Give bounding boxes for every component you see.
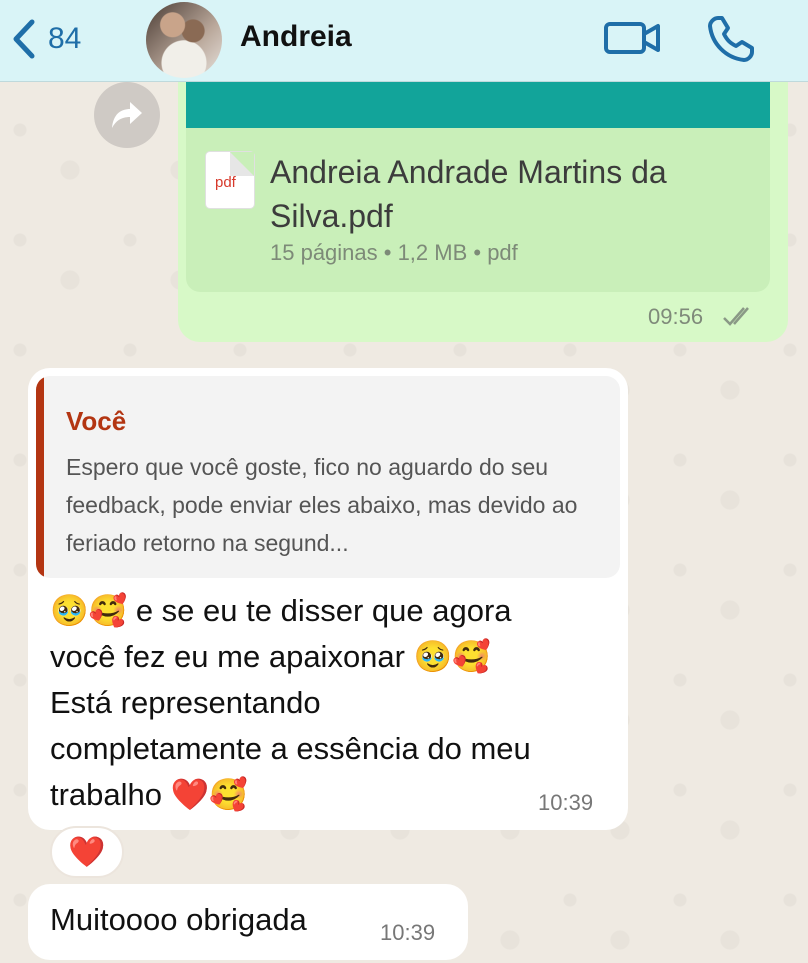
pleading-face-emoji: 🥹 [50, 593, 89, 629]
phone-icon[interactable] [706, 14, 756, 64]
forward-button[interactable] [94, 82, 160, 148]
message-time: 10:39 [380, 920, 436, 945]
message-time: 09:56 [648, 304, 704, 329]
video-camera-icon[interactable] [604, 18, 662, 58]
contact-name[interactable]: Andreia [240, 20, 352, 54]
document-preview[interactable] [186, 82, 770, 128]
document-meta: 15 páginas • 1,2 MB • pdf [270, 240, 518, 265]
document-file-name: Andreia Andrade Martins da Silva.pdf [270, 154, 667, 234]
red-heart-emoji: ❤️ [170, 777, 210, 813]
message-time: 10:39 [538, 790, 594, 815]
smiling-hearts-emoji: 🥰 [452, 639, 491, 675]
incoming-message[interactable]: Muitoooo obrigada 10:39 [28, 884, 468, 960]
quote-bar [36, 376, 44, 578]
message-text: Muitoooo obrigada [50, 902, 307, 937]
smiling-hearts-emoji: 🥰 [88, 593, 128, 629]
double-check-icon [723, 307, 749, 326]
red-heart-emoji: ❤️ [68, 834, 106, 870]
document-card[interactable]: pdf Andreia Andrade Martins da Silva.pdf… [186, 128, 770, 292]
avatar[interactable] [146, 2, 222, 78]
reaction-badge[interactable]: ❤️ [50, 826, 124, 878]
chevron-left-icon [13, 19, 35, 59]
unread-count: 84 [48, 22, 82, 55]
quoted-message[interactable]: Você Espero que você goste, fico no agua… [36, 376, 620, 578]
smiling-hearts-emoji: 🥰 [209, 777, 248, 813]
quote-text: Espero que você goste, fico no aguardo d… [66, 454, 578, 556]
pleading-face-emoji: 🥹 [413, 639, 453, 675]
forward-arrow-icon [112, 102, 142, 128]
back-button[interactable]: 84 [10, 16, 81, 62]
pdf-file-icon: pdf [206, 152, 254, 208]
quote-author: Você [66, 406, 127, 436]
outgoing-document-message[interactable]: pdf Andreia Andrade Martins da Silva.pdf… [178, 82, 788, 342]
chat-header: 84 Andreia [0, 0, 808, 82]
message-text: 🥹🥰 e se eu te disser que agora você fez … [50, 593, 531, 813]
incoming-reply-message[interactable]: Você Espero que você goste, fico no agua… [28, 368, 628, 830]
